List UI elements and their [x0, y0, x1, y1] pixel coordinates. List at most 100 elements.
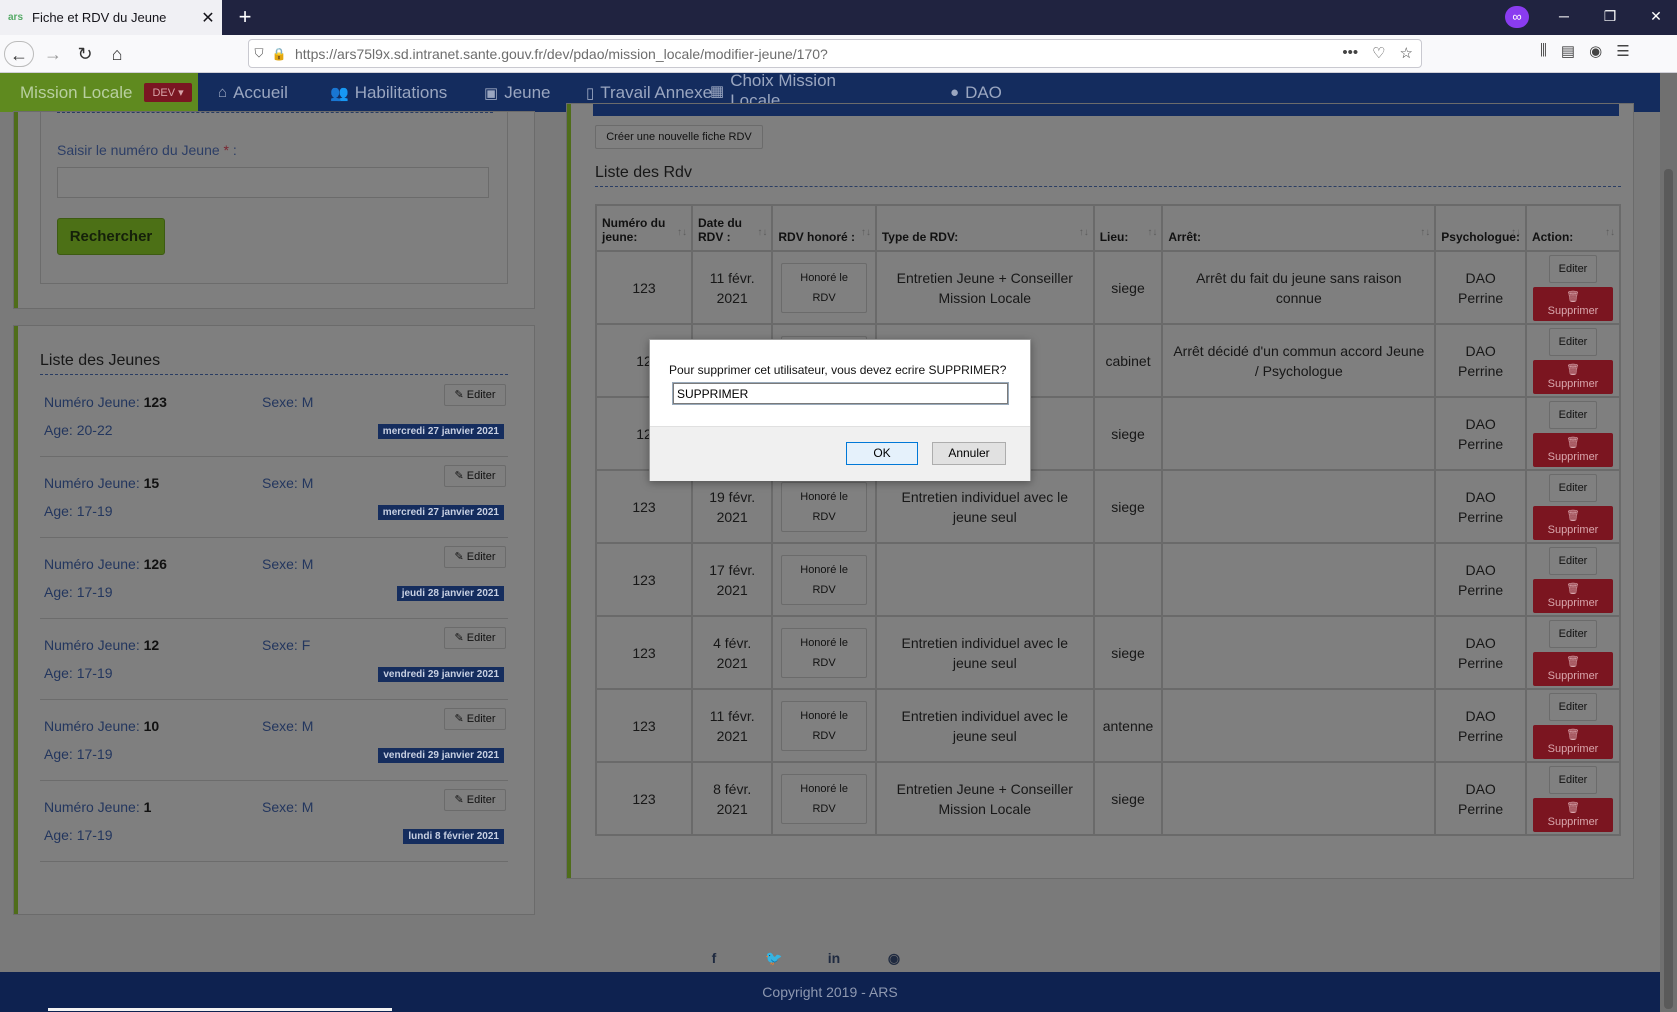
edit-jeune-button[interactable]: ✎ Editer — [444, 546, 506, 568]
honore-rdv-button[interactable]: Honoré le RDV — [781, 481, 867, 532]
sidebar-icon[interactable]: ▤ — [1561, 42, 1575, 60]
honore-rdv-button[interactable]: Honoré le RDV — [781, 262, 867, 313]
edit-jeune-button[interactable]: ✎ Editer — [444, 708, 506, 730]
pocket-icon[interactable]: ♡ — [1372, 44, 1385, 62]
jeune-number-input[interactable] — [57, 167, 489, 198]
table-row: 123 17 févr. 2021 Honoré le RDV DAO Perrine… — [595, 542, 1622, 617]
col-header[interactable]: RDV honoré : ↑↓ — [771, 204, 877, 252]
edit-rdv-button[interactable]: Editer — [1548, 473, 1597, 502]
edit-rdv-button[interactable]: Editer — [1548, 254, 1597, 283]
col-header[interactable]: Type de RDV: ↑↓ — [874, 204, 1095, 252]
new-tab-button[interactable]: + — [232, 5, 258, 31]
close-window-button[interactable]: ✕ — [1633, 0, 1677, 35]
dialog-footer: OK Annuler — [650, 426, 1030, 481]
home-icon: ⌂ — [218, 84, 228, 101]
cell-honore: Honoré le RDV — [771, 250, 877, 325]
shield-icon[interactable]: ⛉ — [249, 46, 269, 61]
col-label: RDV honoré : — [778, 230, 856, 244]
age-value: 17-19 — [76, 503, 113, 519]
url-bar[interactable]: ⛉ 🔒 https://ars75l9x.sd.intranet.sante.g… — [248, 39, 1422, 68]
cell-lieu — [1092, 542, 1164, 617]
confirm-input[interactable] — [672, 382, 1009, 405]
account-icon[interactable]: ◉ — [1589, 42, 1602, 60]
cell-action: Editer 🗑 Supprimer — [1524, 323, 1622, 398]
forward-button[interactable]: → — [38, 41, 68, 67]
delete-rdv-button[interactable]: 🗑 Supprimer — [1532, 286, 1613, 321]
delete-rdv-button[interactable]: 🗑 Supprimer — [1532, 651, 1613, 686]
url-text[interactable]: https://ars75l9x.sd.intranet.sante.gouv.… — [295, 46, 828, 62]
honore-rdv-button[interactable]: Honoré le RDV — [781, 554, 867, 605]
delete-rdv-button[interactable]: 🗑 Supprimer — [1532, 797, 1613, 832]
dialog-body: Pour supprimer cet utilisateur, vous dev… — [650, 340, 1030, 426]
menu-icon[interactable]: ☰ — [1616, 42, 1629, 60]
jeune-sexe: Sexe: M — [262, 799, 313, 815]
edit-jeune-button[interactable]: ✎ Editer — [444, 627, 506, 649]
lock-icon[interactable]: 🔒 — [269, 47, 289, 61]
col-header[interactable]: Action: ↑↓ — [1524, 204, 1622, 252]
nav-habilitations[interactable]: 👥 Habilitations — [330, 73, 447, 112]
edit-rdv-button[interactable]: Editer — [1548, 765, 1597, 794]
edit-rdv-button[interactable]: Editer — [1548, 327, 1597, 356]
edit-rdv-button[interactable]: Editer — [1548, 692, 1597, 721]
col-header[interactable]: Psychologue: ↑↓ — [1434, 204, 1527, 252]
nav-jeune[interactable]: ▣ Jeune — [484, 73, 551, 112]
minimize-button[interactable]: ─ — [1541, 0, 1587, 35]
delete-rdv-button[interactable]: 🗑 Supprimer — [1532, 505, 1613, 540]
delete-rdv-button[interactable]: 🗑 Supprimer — [1532, 578, 1613, 613]
edit-jeune-button[interactable]: ✎ Editer — [444, 789, 506, 811]
new-rdv-button[interactable]: Créer une nouvelle fiche RDV — [595, 125, 763, 149]
browser-tab[interactable]: ars Fiche et RDV du Jeune ✕ — [0, 0, 222, 35]
honore-rdv-button[interactable]: Honoré le RDV — [781, 627, 867, 678]
page-actions-icon[interactable]: ••• — [1342, 44, 1358, 62]
edit-label: Editer — [466, 551, 496, 563]
search-button[interactable]: Rechercher — [57, 218, 165, 255]
col-header[interactable]: Arrêt: ↑↓ — [1161, 204, 1437, 252]
jeune-item: Numéro Jeune: 126 Sexe: M Age: 17-19 ✎ E… — [40, 538, 508, 619]
edit-rdv-button[interactable]: Editer — [1548, 619, 1597, 648]
page-scrollbar[interactable] — [1660, 73, 1677, 1012]
nav-label: Habilitations — [354, 82, 448, 102]
cell-num: 123 — [595, 542, 693, 617]
restore-button[interactable]: ❐ — [1587, 0, 1633, 35]
edit-jeune-button[interactable]: ✎ Editer — [444, 465, 506, 487]
file-icon: ▯ — [586, 84, 595, 102]
col-header[interactable]: Date du RDV : ↑↓ — [690, 204, 774, 252]
delete-rdv-button[interactable]: 🗑 Supprimer — [1532, 359, 1613, 394]
edit-rdv-button[interactable]: Editer — [1548, 400, 1597, 429]
table-row: 123 11 févr. 2021 Honoré le RDV Entretien J… — [595, 250, 1622, 325]
back-button[interactable]: ← — [4, 41, 34, 67]
facebook-icon[interactable]: f — [704, 950, 724, 967]
delete-rdv-button[interactable]: 🗑 Supprimer — [1532, 724, 1613, 759]
reload-button[interactable]: ↻ — [70, 41, 100, 67]
home-button[interactable]: ⌂ — [102, 41, 132, 67]
scrollbar-thumb[interactable] — [1664, 169, 1673, 1009]
linkedin-icon[interactable]: in — [824, 950, 844, 967]
age-value: 17-19 — [76, 665, 113, 681]
cell-action: Editer 🗑 Supprimer — [1524, 761, 1622, 836]
cell-honore: Honoré le RDV — [771, 542, 877, 617]
brand[interactable]: Mission Locale DEV ▾ — [0, 73, 198, 112]
library-icon[interactable]: ⫼ — [1540, 42, 1547, 60]
edit-rdv-button[interactable]: Editer — [1548, 546, 1597, 575]
bookmark-star-icon[interactable]: ☆ — [1400, 44, 1413, 62]
age-label: Age: — [44, 422, 77, 438]
horizontal-scrollbar[interactable] — [48, 1008, 392, 1011]
cell-lieu: antenne — [1092, 688, 1164, 763]
ok-button[interactable]: OK — [846, 442, 918, 465]
col-header[interactable]: Numéro du jeune: ↑↓ — [595, 204, 693, 252]
nav-accueil[interactable]: ⌂ Accueil — [218, 73, 288, 112]
honore-rdv-button[interactable]: Honoré le RDV — [781, 700, 867, 751]
jeune-item: Numéro Jeune: 10 Sexe: M Age: 17-19 ✎ Ed… — [40, 700, 508, 781]
honore-rdv-button[interactable]: Honoré le RDV — [781, 773, 867, 824]
rss-icon[interactable]: ◉ — [884, 950, 904, 967]
delete-label: Supprimer — [1547, 742, 1599, 755]
twitter-icon[interactable]: 🐦 — [764, 950, 784, 967]
col-header[interactable]: Lieu: ↑↓ — [1092, 204, 1164, 252]
close-tab-icon[interactable]: ✕ — [194, 8, 222, 28]
edit-jeune-button[interactable]: ✎ Editer — [444, 384, 506, 406]
delete-rdv-button[interactable]: 🗑 Supprimer — [1532, 432, 1613, 467]
env-dropdown[interactable]: DEV ▾ — [144, 83, 192, 102]
age-label: Age: — [44, 665, 77, 681]
cancel-button[interactable]: Annuler — [932, 442, 1006, 465]
date-badge: vendredi 29 janvier 2021 — [378, 667, 504, 682]
